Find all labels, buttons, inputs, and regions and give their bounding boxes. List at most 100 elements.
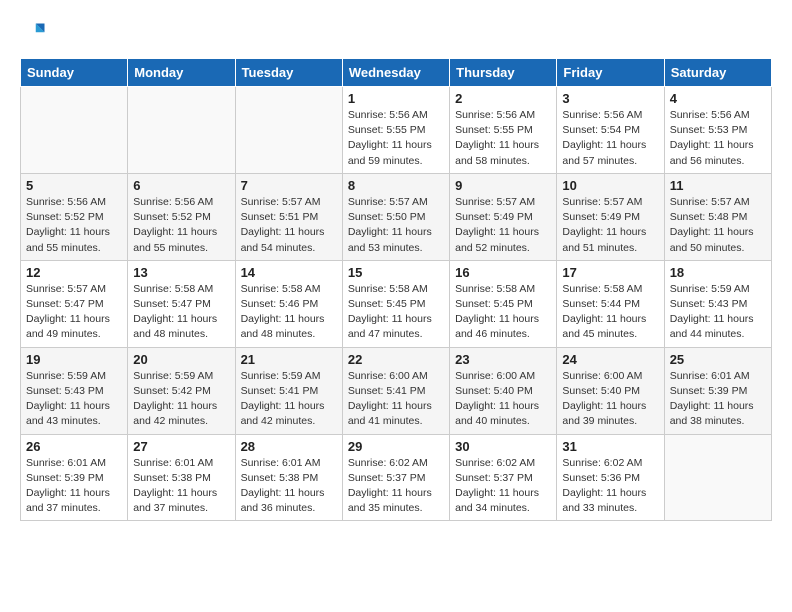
cell-info: Sunrise: 5:56 AM Sunset: 5:53 PM Dayligh… [670, 108, 766, 169]
week-row-3: 12 Sunrise: 5:57 AM Sunset: 5:47 PM Dayli… [21, 260, 772, 347]
day-number: 3 [562, 91, 658, 106]
day-number: 12 [26, 265, 122, 280]
day-number: 28 [241, 439, 337, 454]
calendar-cell: 28Sunrise: 6:01 AM Sunset: 5:38 PM Dayli… [235, 434, 342, 521]
calendar-cell: 8Sunrise: 5:57 AM Sunset: 5:50 PM Daylig… [342, 173, 449, 260]
calendar-cell: 11 Sunrise: 5:57 AM Sunset: 5:48 PM Dayli… [664, 173, 771, 260]
calendar-cell: 31 Sunrise: 6:02 AM Sunset: 5:36 PM Dayli… [557, 434, 664, 521]
day-number: 24 [562, 352, 658, 367]
cell-info: Sunrise: 5:59 AM Sunset: 5:43 PM Dayligh… [26, 369, 122, 430]
cell-info: Sunrise: 6:01 AM Sunset: 5:39 PM Dayligh… [26, 456, 122, 517]
cell-info: Sunrise: 6:00 AM Sunset: 5:40 PM Dayligh… [455, 369, 551, 430]
cell-info: Sunrise: 5:56 AM Sunset: 5:55 PM Dayligh… [348, 108, 444, 169]
calendar-cell: 13 Sunrise: 5:58 AM Sunset: 5:47 PM Dayli… [128, 260, 235, 347]
cell-info: Sunrise: 5:57 AM Sunset: 5:49 PM Dayligh… [455, 195, 551, 256]
cell-info: Sunrise: 5:56 AM Sunset: 5:54 PM Dayligh… [562, 108, 658, 169]
weekday-header-thursday: Thursday [450, 59, 557, 87]
week-row-1: 1 Sunrise: 5:56 AM Sunset: 5:55 PM Daylig… [21, 87, 772, 174]
calendar-cell: 23 Sunrise: 6:00 AM Sunset: 5:40 PM Dayli… [450, 347, 557, 434]
day-number: 31 [562, 439, 658, 454]
cell-info: Sunrise: 6:00 AM Sunset: 5:40 PM Dayligh… [562, 369, 658, 430]
calendar-cell: 18 Sunrise: 5:59 AM Sunset: 5:43 PM Dayli… [664, 260, 771, 347]
day-number: 11 [670, 178, 766, 193]
day-number: 4 [670, 91, 766, 106]
day-number: 22 [348, 352, 444, 367]
cell-info: Sunrise: 5:57 AM Sunset: 5:48 PM Dayligh… [670, 195, 766, 256]
day-number: 14 [241, 265, 337, 280]
calendar-cell: 6 Sunrise: 5:56 AM Sunset: 5:52 PM Daylig… [128, 173, 235, 260]
calendar-cell: 2 Sunrise: 5:56 AM Sunset: 5:55 PM Daylig… [450, 87, 557, 174]
calendar-table: SundayMondayTuesdayWednesdayThursdayFrid… [20, 58, 772, 521]
weekday-header-tuesday: Tuesday [235, 59, 342, 87]
day-number: 26 [26, 439, 122, 454]
day-number: 9 [455, 178, 551, 193]
calendar-cell: 25Sunrise: 6:01 AM Sunset: 5:39 PM Dayli… [664, 347, 771, 434]
day-number: 23 [455, 352, 551, 367]
cell-info: Sunrise: 5:58 AM Sunset: 5:44 PM Dayligh… [562, 282, 658, 343]
day-number: 27 [133, 439, 229, 454]
calendar-cell: 5 Sunrise: 5:56 AM Sunset: 5:52 PM Daylig… [21, 173, 128, 260]
weekday-header-sunday: Sunday [21, 59, 128, 87]
calendar-cell [128, 87, 235, 174]
calendar-cell: 12 Sunrise: 5:57 AM Sunset: 5:47 PM Dayli… [21, 260, 128, 347]
cell-info: Sunrise: 5:57 AM Sunset: 5:50 PM Dayligh… [348, 195, 444, 256]
week-row-2: 5 Sunrise: 5:56 AM Sunset: 5:52 PM Daylig… [21, 173, 772, 260]
logo-icon [20, 20, 48, 48]
calendar-cell: 29Sunrise: 6:02 AM Sunset: 5:37 PM Dayli… [342, 434, 449, 521]
day-number: 20 [133, 352, 229, 367]
day-number: 6 [133, 178, 229, 193]
cell-info: Sunrise: 5:59 AM Sunset: 5:42 PM Dayligh… [133, 369, 229, 430]
week-row-4: 19Sunrise: 5:59 AM Sunset: 5:43 PM Dayli… [21, 347, 772, 434]
calendar-cell: 20 Sunrise: 5:59 AM Sunset: 5:42 PM Dayli… [128, 347, 235, 434]
cell-info: Sunrise: 5:58 AM Sunset: 5:46 PM Dayligh… [241, 282, 337, 343]
cell-info: Sunrise: 5:56 AM Sunset: 5:52 PM Dayligh… [26, 195, 122, 256]
weekday-header-friday: Friday [557, 59, 664, 87]
calendar-cell: 22 Sunrise: 6:00 AM Sunset: 5:41 PM Dayli… [342, 347, 449, 434]
calendar-cell [664, 434, 771, 521]
calendar-cell: 10Sunrise: 5:57 AM Sunset: 5:49 PM Dayli… [557, 173, 664, 260]
cell-info: Sunrise: 5:56 AM Sunset: 5:52 PM Dayligh… [133, 195, 229, 256]
cell-info: Sunrise: 5:58 AM Sunset: 5:45 PM Dayligh… [455, 282, 551, 343]
calendar-cell [21, 87, 128, 174]
calendar-cell: 27 Sunrise: 6:01 AM Sunset: 5:38 PM Dayli… [128, 434, 235, 521]
day-number: 5 [26, 178, 122, 193]
cell-info: Sunrise: 6:01 AM Sunset: 5:38 PM Dayligh… [133, 456, 229, 517]
calendar-cell: 1 Sunrise: 5:56 AM Sunset: 5:55 PM Daylig… [342, 87, 449, 174]
day-number: 18 [670, 265, 766, 280]
cell-info: Sunrise: 5:56 AM Sunset: 5:55 PM Dayligh… [455, 108, 551, 169]
cell-info: Sunrise: 5:58 AM Sunset: 5:47 PM Dayligh… [133, 282, 229, 343]
cell-info: Sunrise: 5:59 AM Sunset: 5:43 PM Dayligh… [670, 282, 766, 343]
weekday-header-saturday: Saturday [664, 59, 771, 87]
day-number: 15 [348, 265, 444, 280]
calendar-cell: 30 Sunrise: 6:02 AM Sunset: 5:37 PM Dayli… [450, 434, 557, 521]
cell-info: Sunrise: 6:02 AM Sunset: 5:36 PM Dayligh… [562, 456, 658, 517]
calendar-cell: 19Sunrise: 5:59 AM Sunset: 5:43 PM Dayli… [21, 347, 128, 434]
day-number: 17 [562, 265, 658, 280]
cell-info: Sunrise: 5:58 AM Sunset: 5:45 PM Dayligh… [348, 282, 444, 343]
day-number: 1 [348, 91, 444, 106]
day-number: 2 [455, 91, 551, 106]
day-number: 30 [455, 439, 551, 454]
calendar-cell: 16 Sunrise: 5:58 AM Sunset: 5:45 PM Dayli… [450, 260, 557, 347]
cell-info: Sunrise: 5:57 AM Sunset: 5:49 PM Dayligh… [562, 195, 658, 256]
cell-info: Sunrise: 6:02 AM Sunset: 5:37 PM Dayligh… [455, 456, 551, 517]
calendar-cell: 24 Sunrise: 6:00 AM Sunset: 5:40 PM Dayli… [557, 347, 664, 434]
calendar-cell: 21Sunrise: 5:59 AM Sunset: 5:41 PM Dayli… [235, 347, 342, 434]
cell-info: Sunrise: 5:57 AM Sunset: 5:47 PM Dayligh… [26, 282, 122, 343]
week-row-5: 26 Sunrise: 6:01 AM Sunset: 5:39 PM Dayli… [21, 434, 772, 521]
calendar-cell: 9 Sunrise: 5:57 AM Sunset: 5:49 PM Daylig… [450, 173, 557, 260]
calendar-cell: 15 Sunrise: 5:58 AM Sunset: 5:45 PM Dayli… [342, 260, 449, 347]
calendar-cell: 26 Sunrise: 6:01 AM Sunset: 5:39 PM Dayli… [21, 434, 128, 521]
weekday-header-wednesday: Wednesday [342, 59, 449, 87]
logo [20, 20, 52, 48]
page-header [20, 20, 772, 48]
cell-info: Sunrise: 5:57 AM Sunset: 5:51 PM Dayligh… [241, 195, 337, 256]
cell-info: Sunrise: 6:00 AM Sunset: 5:41 PM Dayligh… [348, 369, 444, 430]
day-number: 29 [348, 439, 444, 454]
day-number: 13 [133, 265, 229, 280]
day-number: 16 [455, 265, 551, 280]
calendar-cell: 3 Sunrise: 5:56 AM Sunset: 5:54 PM Daylig… [557, 87, 664, 174]
calendar-cell [235, 87, 342, 174]
weekday-header-row: SundayMondayTuesdayWednesdayThursdayFrid… [21, 59, 772, 87]
calendar-cell: 4 Sunrise: 5:56 AM Sunset: 5:53 PM Daylig… [664, 87, 771, 174]
